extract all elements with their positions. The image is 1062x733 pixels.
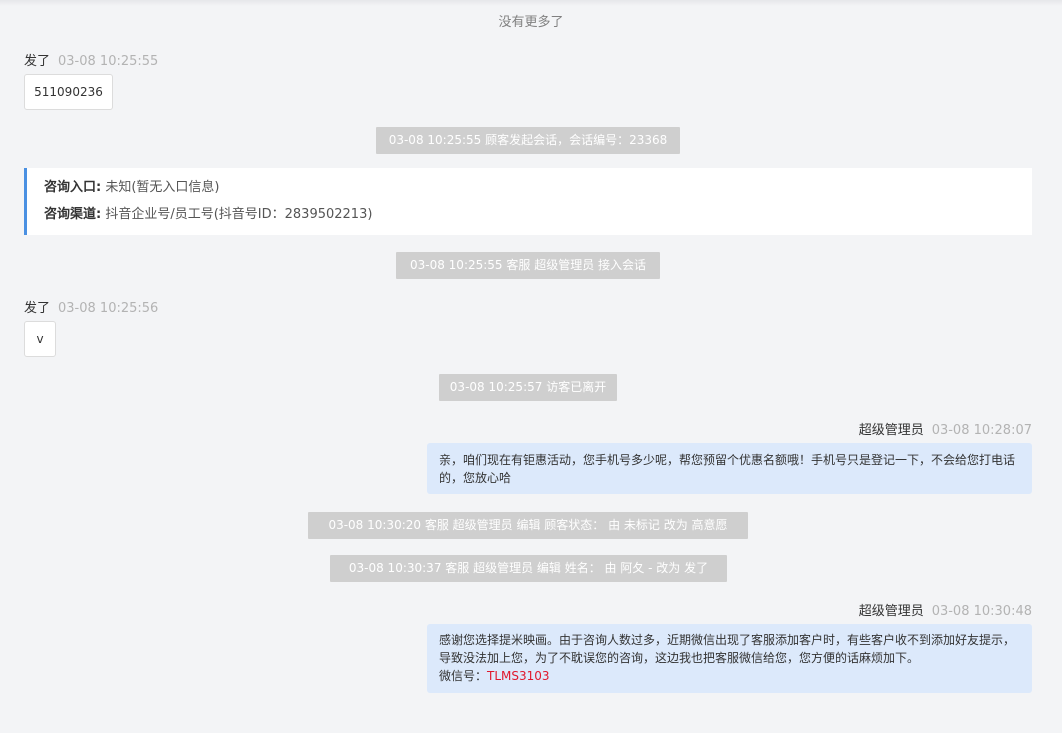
system-notice: 03-08 10:30:20 客服 超级管理员 编辑 顾客状态： 由 未标记 改… bbox=[308, 512, 748, 539]
message-time: 03-08 10:25:56 bbox=[58, 301, 159, 316]
message-meta: 超级管理员 03-08 10:30:48 bbox=[600, 600, 1032, 619]
sender-name: 超级管理员 bbox=[858, 604, 924, 619]
customer-message-bubble[interactable]: 511090236 bbox=[24, 74, 113, 110]
message-text: 511090236 bbox=[34, 85, 103, 99]
message-time: 03-08 10:25:55 bbox=[58, 54, 159, 69]
system-notice: 03-08 10:30:37 客服 超级管理员 编辑 姓名： 由 阿夂 - 改为… bbox=[330, 555, 727, 582]
customer-message-bubble[interactable]: v bbox=[24, 321, 56, 357]
wechat-id[interactable]: TLMS3103 bbox=[487, 669, 550, 683]
top-shadow bbox=[0, 0, 1062, 6]
consult-entry-row: 咨询入口: 未知(暂无入口信息) bbox=[44, 177, 1032, 204]
message-text: 亲，咱们现在有钜惠活动，您手机号多少呢，帮您预留个优惠名额哦！手机号只是登记一下… bbox=[439, 453, 1016, 485]
message-time: 03-08 10:30:48 bbox=[931, 604, 1032, 619]
message-meta: 发了 03-08 10:25:55 bbox=[24, 50, 158, 69]
wechat-label: 微信号： bbox=[439, 669, 488, 683]
agent-message-bubble[interactable]: 亲，咱们现在有钜惠活动，您手机号多少呢，帮您预留个优惠名额哦！手机号只是登记一下… bbox=[427, 443, 1032, 494]
message-meta: 超级管理员 03-08 10:28:07 bbox=[600, 419, 1032, 438]
consult-channel-label: 咨询渠道: bbox=[44, 207, 102, 222]
system-notice: 03-08 10:25:55 顾客发起会话，会话编号：23368 bbox=[376, 127, 680, 154]
consult-entry-label: 咨询入口: bbox=[44, 180, 102, 195]
message-time: 03-08 10:28:07 bbox=[931, 423, 1032, 438]
consult-channel-value: 抖音企业号/员工号(抖音号ID：2839502213) bbox=[105, 207, 373, 222]
sender-name: 超级管理员 bbox=[858, 423, 924, 438]
consult-entry-value: 未知(暂无入口信息) bbox=[105, 180, 220, 195]
message-meta: 发了 03-08 10:25:56 bbox=[24, 297, 158, 316]
sender-name: 发了 bbox=[24, 54, 51, 69]
consult-channel-row: 咨询渠道: 抖音企业号/员工号(抖音号ID：2839502213) bbox=[44, 204, 1032, 231]
no-more-history: 没有更多了 bbox=[498, 15, 564, 30]
message-text: v bbox=[36, 332, 44, 346]
sender-name: 发了 bbox=[24, 301, 51, 316]
agent-message-bubble[interactable]: 感谢您选择提米映画。由于咨询人数过多，近期微信出现了客服添加客户时，有些客户收不… bbox=[427, 624, 1032, 693]
consult-info-card: 咨询入口: 未知(暂无入口信息) 咨询渠道: 抖音企业号/员工号(抖音号ID：2… bbox=[24, 168, 1032, 235]
system-notice: 03-08 10:25:55 客服 超级管理员 接入会话 bbox=[396, 252, 660, 279]
message-text: 感谢您选择提米映画。由于咨询人数过多，近期微信出现了客服添加客户时，有些客户收不… bbox=[439, 633, 1016, 665]
system-notice: 03-08 10:25:57 访客已离开 bbox=[439, 374, 617, 401]
